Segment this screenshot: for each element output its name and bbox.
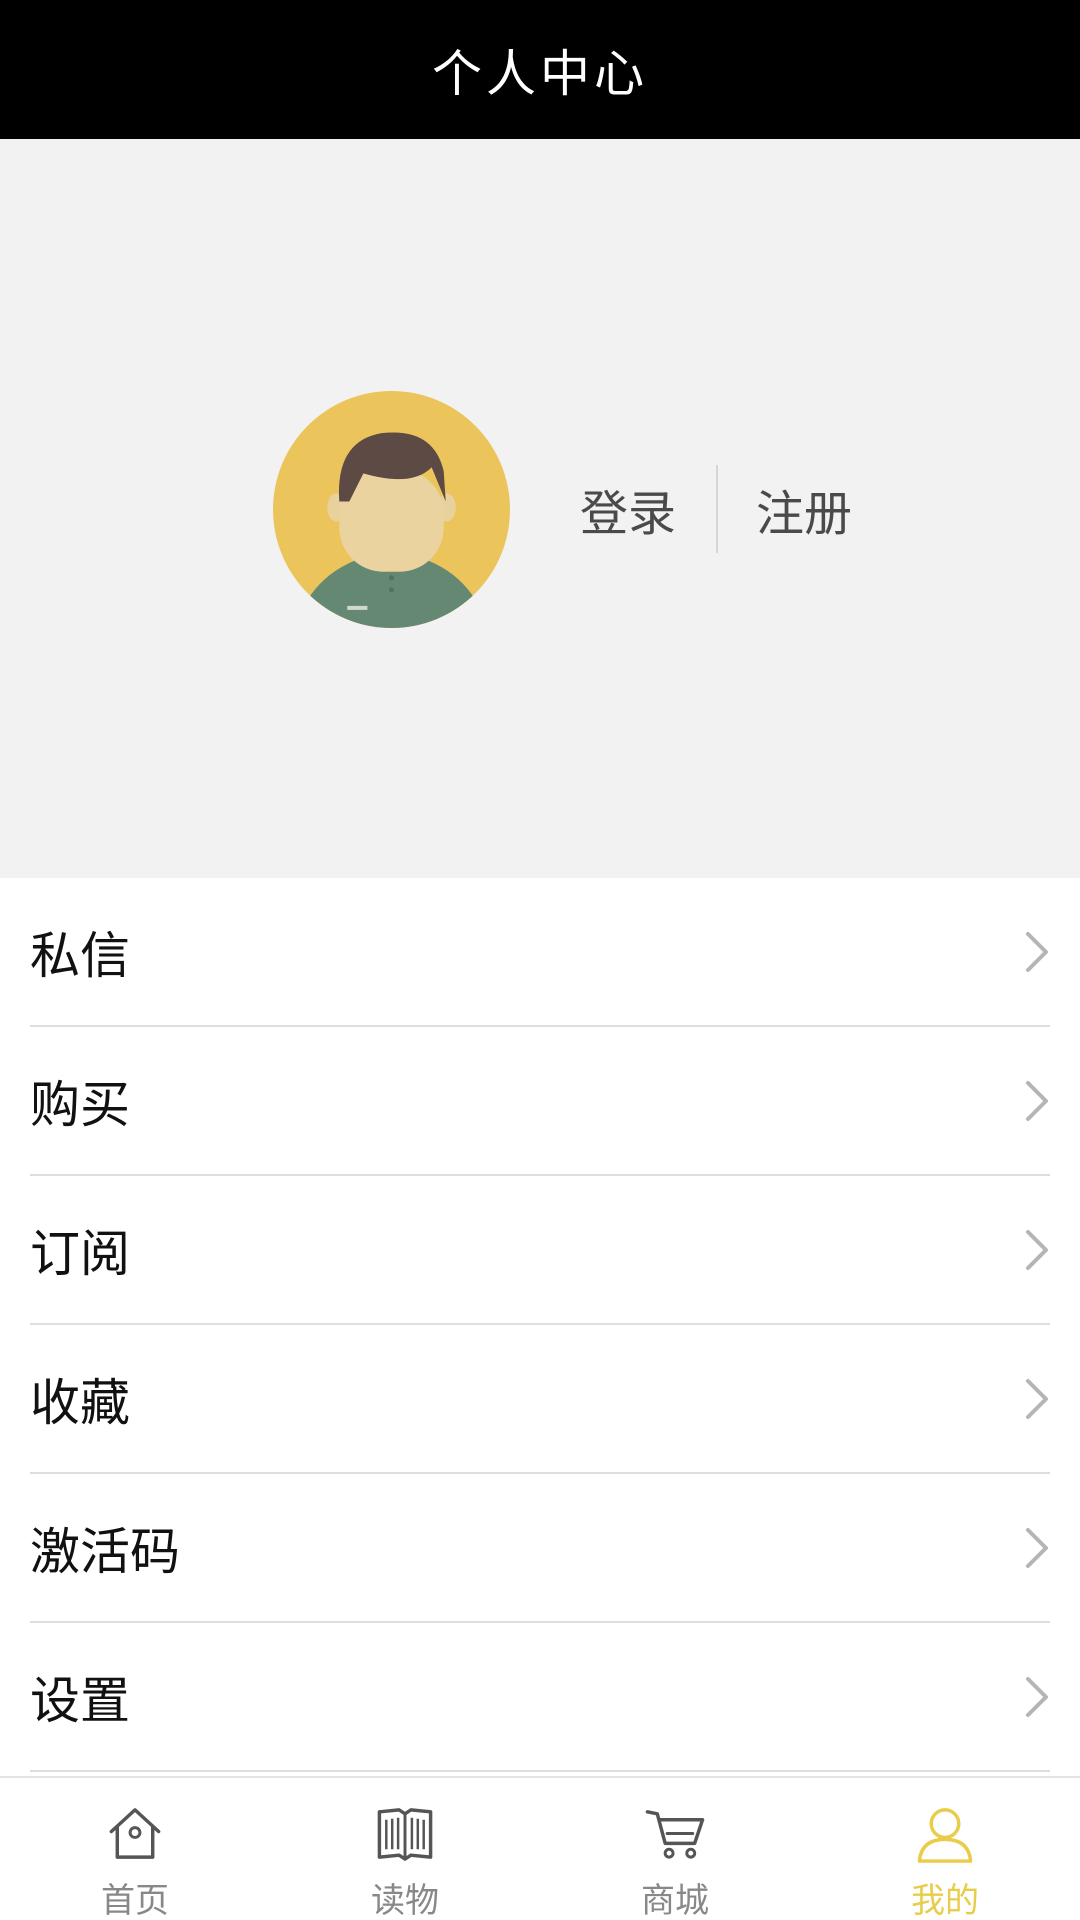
menu-item-messages[interactable]: 私信	[30, 878, 1050, 1027]
menu-item-label: 私信	[30, 926, 130, 985]
chevron-right-icon	[1026, 1229, 1048, 1270]
tab-reading[interactable]: 读物	[270, 1778, 540, 1920]
bottom-tab-bar: 首页 读物 商城 我的	[0, 1776, 1080, 1920]
register-link[interactable]: 注册	[756, 474, 852, 544]
tab-label: 我的	[911, 1881, 979, 1920]
avatar[interactable]	[273, 391, 510, 628]
tab-home[interactable]: 首页	[0, 1778, 270, 1920]
menu-item-subscriptions[interactable]: 订阅	[30, 1176, 1050, 1325]
auth-links: 登录 注册	[580, 464, 852, 554]
cart-icon	[645, 1810, 705, 1859]
chevron-right-icon	[1026, 1080, 1048, 1121]
menu-item-label: 设置	[30, 1671, 130, 1730]
tab-label: 商城	[641, 1881, 709, 1920]
menu-item-label: 收藏	[30, 1373, 130, 1432]
menu-item-activation-code[interactable]: 激活码	[30, 1474, 1050, 1623]
tab-store[interactable]: 商城	[540, 1778, 810, 1920]
chevron-right-icon	[1026, 1527, 1048, 1568]
top-bar: 个人中心	[0, 0, 1080, 139]
user-icon	[917, 1808, 973, 1863]
menu-item-favorites[interactable]: 收藏	[30, 1325, 1050, 1474]
menu-list: 私信 购买 订阅 收藏 激活码 设置	[0, 878, 1080, 1772]
menu-item-purchases[interactable]: 购买	[30, 1027, 1050, 1176]
menu-item-label: 订阅	[30, 1224, 130, 1283]
auth-divider	[716, 465, 719, 553]
tab-label: 读物	[371, 1881, 439, 1920]
menu-item-label: 激活码	[30, 1522, 180, 1581]
chevron-right-icon	[1026, 1676, 1048, 1717]
profile-panel: 登录 注册	[0, 139, 1080, 878]
chevron-right-icon	[1026, 1378, 1048, 1419]
tab-label: 首页	[101, 1881, 169, 1920]
home-icon	[109, 1808, 161, 1859]
tab-mine[interactable]: 我的	[810, 1778, 1080, 1920]
book-icon	[377, 1808, 433, 1861]
menu-item-settings[interactable]: 设置	[30, 1623, 1050, 1772]
page-title: 个人中心	[432, 44, 648, 103]
menu-item-label: 购买	[30, 1075, 130, 1134]
chevron-right-icon	[1026, 931, 1048, 972]
login-link[interactable]: 登录	[580, 474, 676, 544]
app-screen: 个人中心 登录 注册 私信 购买 订阅 收藏 激活码 设置 首页 读物 商城 我…	[0, 0, 1080, 1920]
